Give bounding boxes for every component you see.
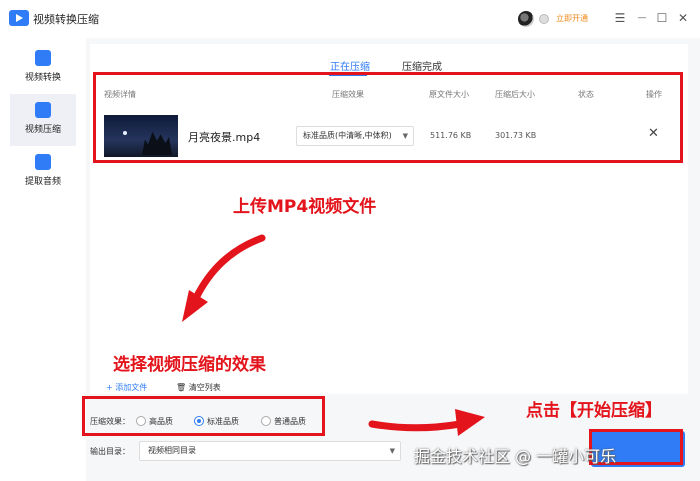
arrow-right: [368, 420, 464, 432]
watermark: 掘金技术社区 @ 一罐小可乐: [414, 447, 617, 466]
arrow-head-down-left: [182, 290, 208, 322]
annotation-arrows: [182, 234, 485, 436]
arrow-down-left: [192, 234, 266, 302]
arrow-head-right: [455, 409, 485, 436]
